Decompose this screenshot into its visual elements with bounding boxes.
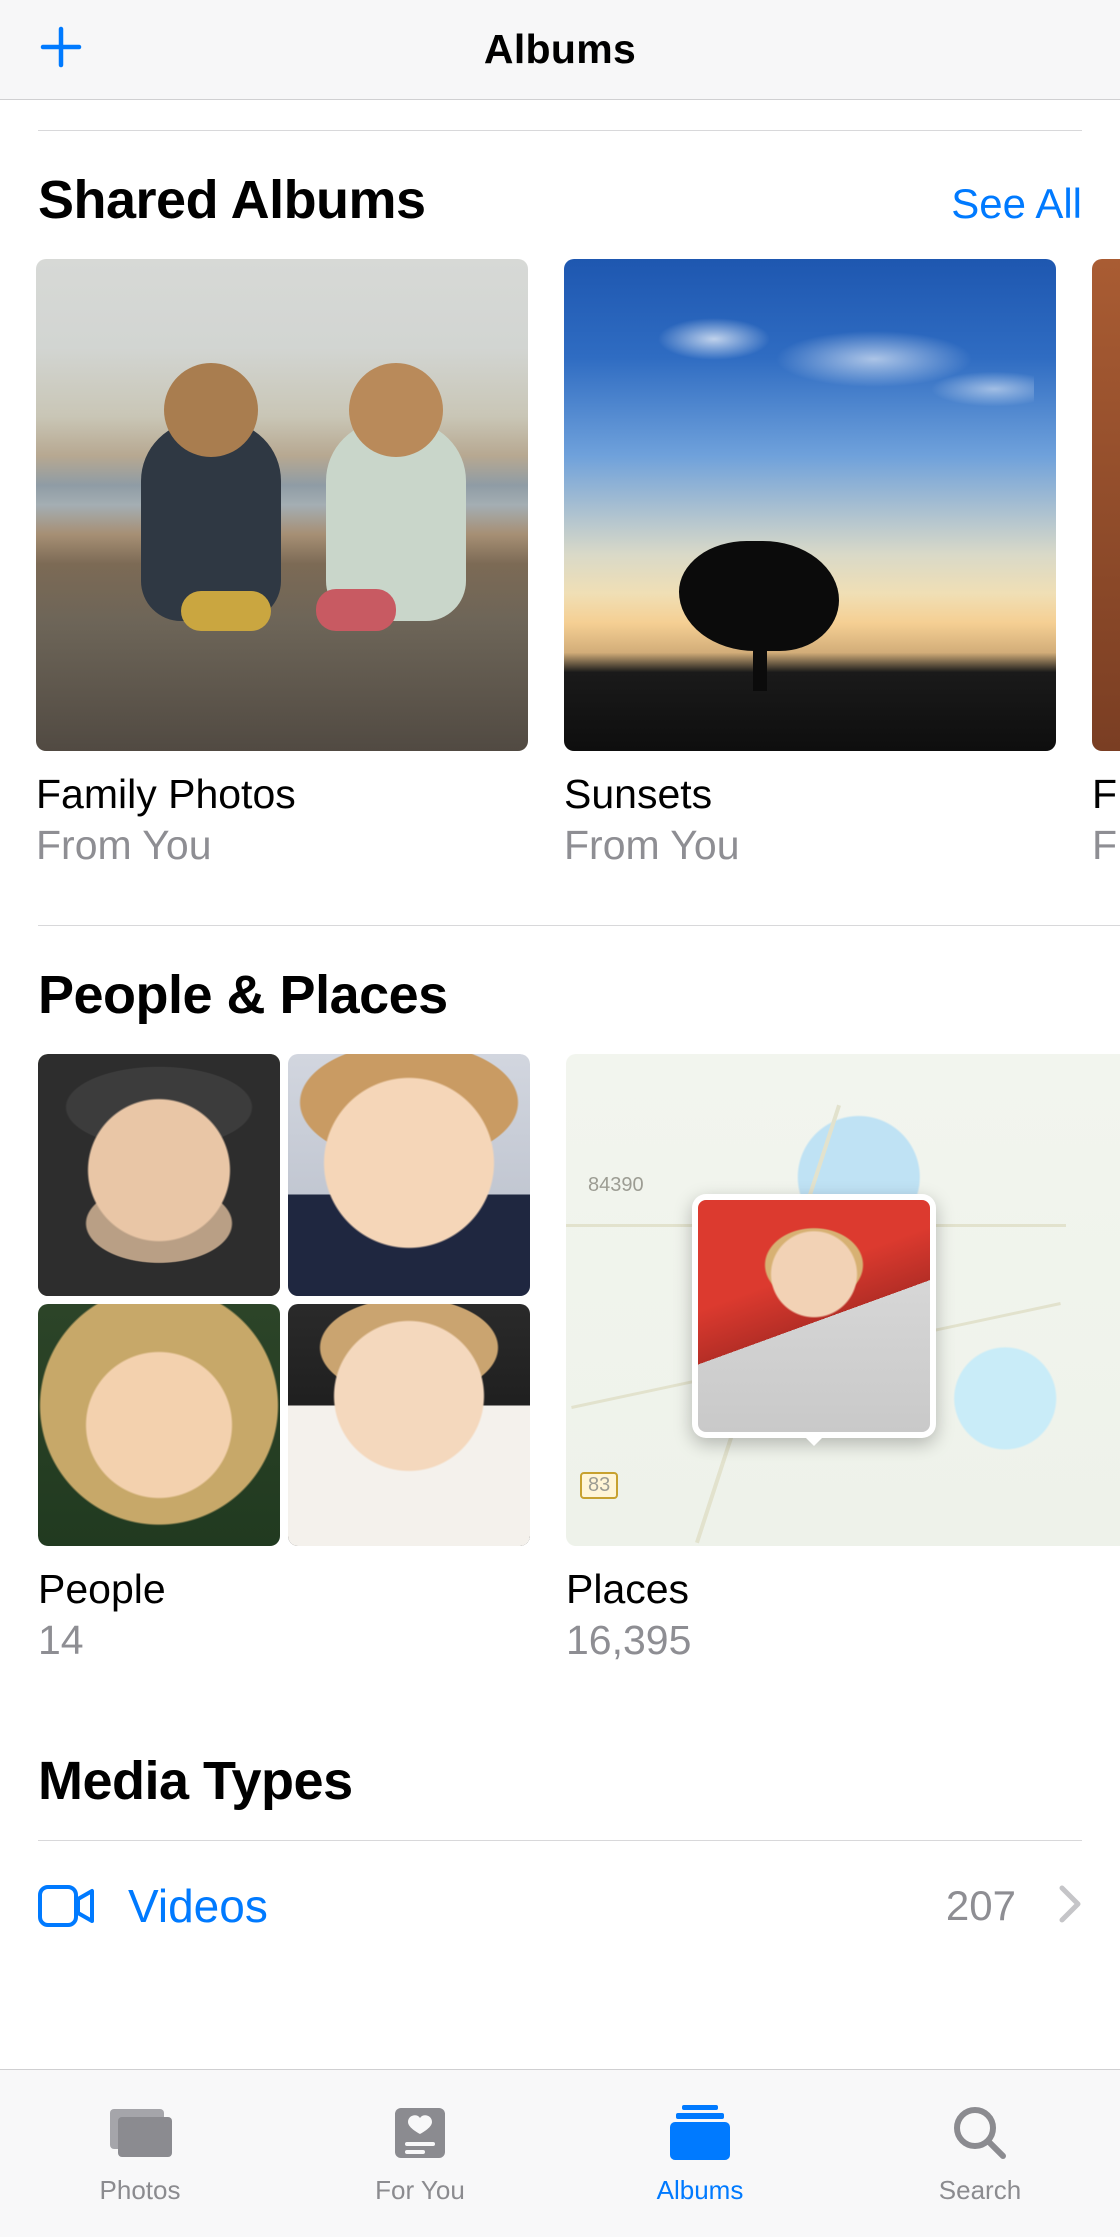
people-album[interactable]: People 14 (38, 1054, 530, 1664)
tab-label: Photos (100, 2175, 181, 2206)
shared-albums-row[interactable]: Family Photos From You Sunsets From You … (0, 259, 1120, 869)
places-album[interactable]: 84390 4386 mery 83 Places 16,395 (566, 1054, 1120, 1664)
people-title: People (38, 1566, 530, 1613)
map-label: 84390 (588, 1174, 644, 1197)
tree-silhouette (679, 541, 839, 691)
album-thumbnail (564, 259, 1056, 751)
album-thumbnail (36, 259, 528, 751)
people-places-header: People & Places (0, 926, 1120, 1054)
people-grid (38, 1054, 530, 1546)
places-title: Places (566, 1566, 1120, 1613)
album-subtitle: From You (36, 822, 528, 869)
cloud-graphic (654, 289, 1034, 419)
video-icon (38, 1885, 94, 1927)
media-type-count: 207 (946, 1882, 1016, 1930)
plus-icon (37, 23, 85, 76)
albums-icon (664, 2101, 736, 2165)
see-all-button[interactable]: See All (951, 180, 1082, 228)
face-thumbnail (288, 1304, 530, 1546)
album-subtitle: F (1092, 822, 1120, 869)
tab-search[interactable]: Search (840, 2070, 1120, 2237)
album-family-photos[interactable]: Family Photos From You (36, 259, 528, 869)
places-map: 84390 4386 mery 83 (566, 1054, 1120, 1546)
shared-albums-header: Shared Albums See All (0, 131, 1120, 259)
for-you-icon (384, 2101, 456, 2165)
album-subtitle: From You (564, 822, 1056, 869)
media-type-label: Videos (128, 1879, 268, 1933)
media-types-section: Media Types Videos 207 (0, 1750, 1120, 1971)
chevron-right-icon (1058, 1884, 1082, 1929)
media-type-videos[interactable]: Videos 207 (38, 1841, 1082, 1971)
pin-photo (698, 1200, 930, 1432)
tab-photos[interactable]: Photos (0, 2070, 280, 2237)
search-icon (944, 2101, 1016, 2165)
nav-bar: Albums (0, 0, 1120, 100)
album-title: Sunsets (564, 771, 1056, 818)
face-thumbnail (288, 1054, 530, 1296)
figure-child (326, 421, 466, 621)
album-title: F (1092, 771, 1120, 818)
tab-bar: Photos For You Albums (0, 2069, 1120, 2237)
tab-albums[interactable]: Albums (560, 2070, 840, 2237)
face-thumbnail (38, 1054, 280, 1296)
tab-label: Albums (657, 2175, 744, 2206)
section-title: Shared Albums (38, 169, 426, 231)
section-title: Media Types (38, 1750, 1082, 1812)
album-thumbnail (1092, 259, 1120, 751)
tab-label: Search (939, 2175, 1021, 2206)
figure-child (141, 421, 281, 621)
map-photo-pin (692, 1194, 936, 1438)
photos-icon (104, 2101, 176, 2165)
album-title: Family Photos (36, 771, 528, 818)
places-count: 16,395 (566, 1617, 1120, 1664)
content-scroll[interactable]: Shared Albums See All Family Photos From… (0, 130, 1120, 2151)
tab-for-you[interactable]: For You (280, 2070, 560, 2237)
section-title: People & Places (38, 964, 448, 1026)
album-peek-right[interactable]: F F (1092, 259, 1120, 869)
tab-label: For You (375, 2175, 465, 2206)
face-thumbnail (38, 1304, 280, 1546)
map-route-badge: 83 (580, 1472, 618, 1499)
page-title: Albums (484, 26, 636, 73)
album-sunsets[interactable]: Sunsets From You (564, 259, 1056, 869)
add-album-button[interactable] (34, 23, 88, 77)
people-places-row: People 14 84390 4386 mery 83 Places 16,3… (0, 1054, 1120, 1664)
people erstat-count: 14 (38, 1617, 530, 1664)
